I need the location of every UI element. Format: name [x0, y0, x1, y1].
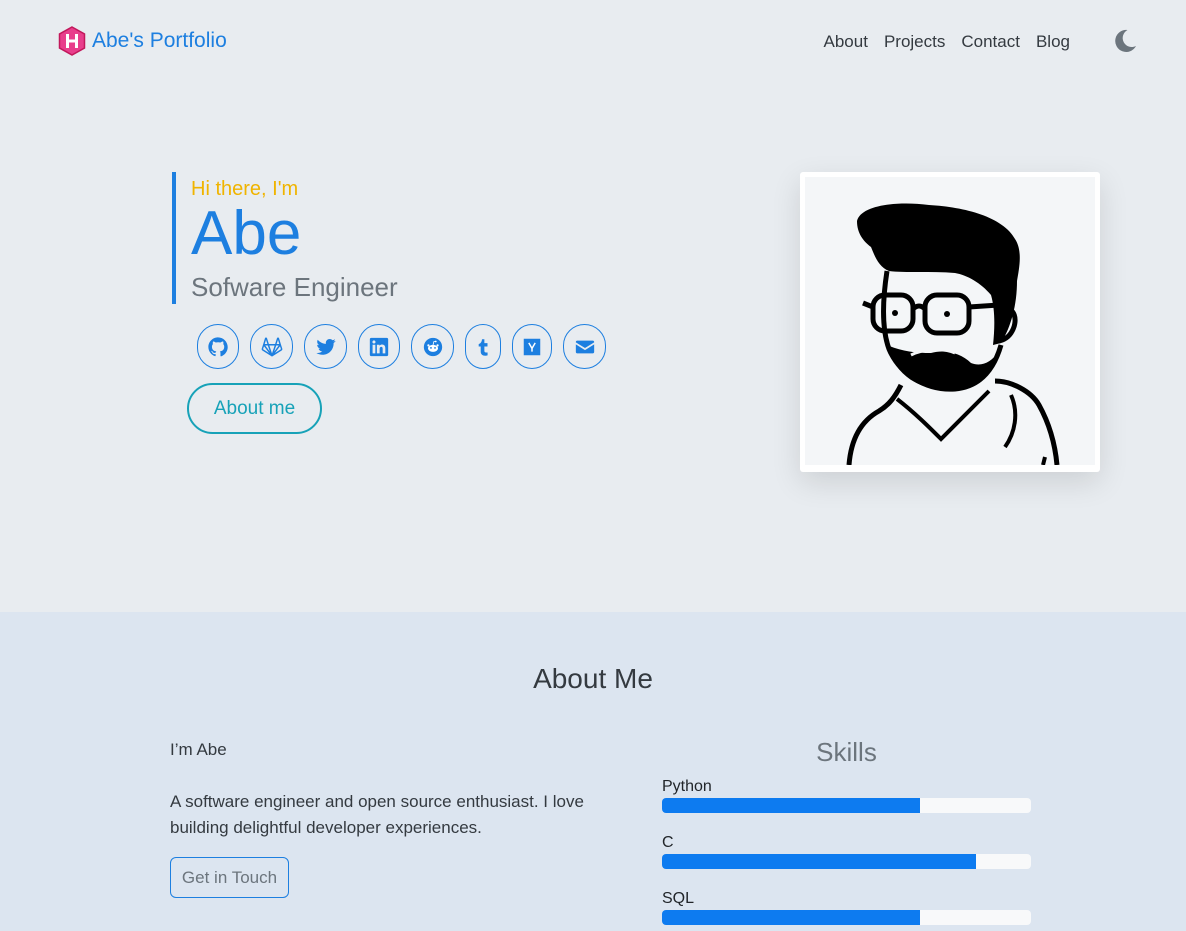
linkedin-link[interactable] [358, 324, 400, 369]
tumblr-link[interactable] [465, 324, 501, 369]
nav-menu: About Projects Contact Blog [824, 30, 1070, 54]
hero-role: Sofware Engineer [191, 272, 398, 302]
skill-sql: SQL [662, 889, 1031, 925]
about-me-button[interactable]: About me [187, 383, 322, 434]
skill-c: C [662, 833, 1031, 869]
about-section: About Me I’m Abe A software engineer and… [0, 612, 1186, 931]
twitter-link[interactable] [304, 324, 347, 369]
skill-name: Python [662, 778, 712, 795]
reddit-link[interactable] [411, 324, 454, 369]
social-links [197, 324, 612, 369]
skill-bar [662, 798, 921, 813]
portrait-card [800, 172, 1100, 472]
hexagon-h-logo-icon [58, 26, 86, 56]
skills-title: Skills [816, 737, 877, 767]
moon-icon[interactable] [1112, 28, 1138, 54]
brand-name: Abe's Portfolio [92, 29, 227, 52]
hero-intro: Hi there, I'm Abe Sofware Engineer About… [172, 172, 612, 434]
tumblr-icon [478, 338, 488, 356]
nav-link-contact[interactable]: Contact [961, 30, 1020, 54]
reddit-icon [423, 337, 442, 356]
linkedin-icon [369, 337, 389, 356]
get-in-touch-button[interactable]: Get in Touch [170, 857, 289, 898]
nav-link-projects[interactable]: Projects [884, 30, 945, 54]
hacker-news-icon [523, 338, 541, 355]
nav-link-blog[interactable]: Blog [1036, 30, 1070, 54]
hero-name: Abe [191, 199, 302, 268]
twitter-icon [315, 338, 336, 355]
about-intro: I’m Abe [170, 740, 227, 759]
navbar: Abe's Portfolio About Projects Contact B… [0, 0, 1186, 84]
skill-track [662, 798, 1031, 813]
nav-link-about[interactable]: About [824, 30, 868, 54]
gitlab-link[interactable] [250, 324, 293, 369]
gitlab-icon [261, 336, 282, 356]
skill-track [662, 854, 1031, 869]
skill-python: Python [662, 777, 1031, 813]
skill-bar [662, 854, 976, 869]
email-link[interactable] [563, 324, 606, 369]
github-icon [208, 336, 228, 356]
skill-track [662, 910, 1031, 925]
brand-link[interactable]: Abe's Portfolio [58, 26, 227, 56]
intro-block: Hi there, I'm Abe Sofware Engineer [172, 172, 612, 304]
about-bio: A software engineer and open source enth… [170, 792, 584, 837]
skill-bar [662, 910, 921, 925]
skill-name: C [662, 834, 674, 851]
about-title: About Me [533, 663, 653, 694]
hero-section: Hi there, I'm Abe Sofware Engineer About… [0, 84, 1186, 612]
email-icon [575, 340, 594, 353]
github-link[interactable] [197, 324, 239, 369]
skill-name: SQL [662, 890, 695, 907]
skills-panel: Skills Python C SQL [662, 736, 1031, 925]
about-text: I’m Abe A software engineer and open sou… [170, 738, 620, 898]
hacker-news-link[interactable] [512, 324, 552, 369]
cartoon-avatar-portrait [805, 177, 1095, 465]
